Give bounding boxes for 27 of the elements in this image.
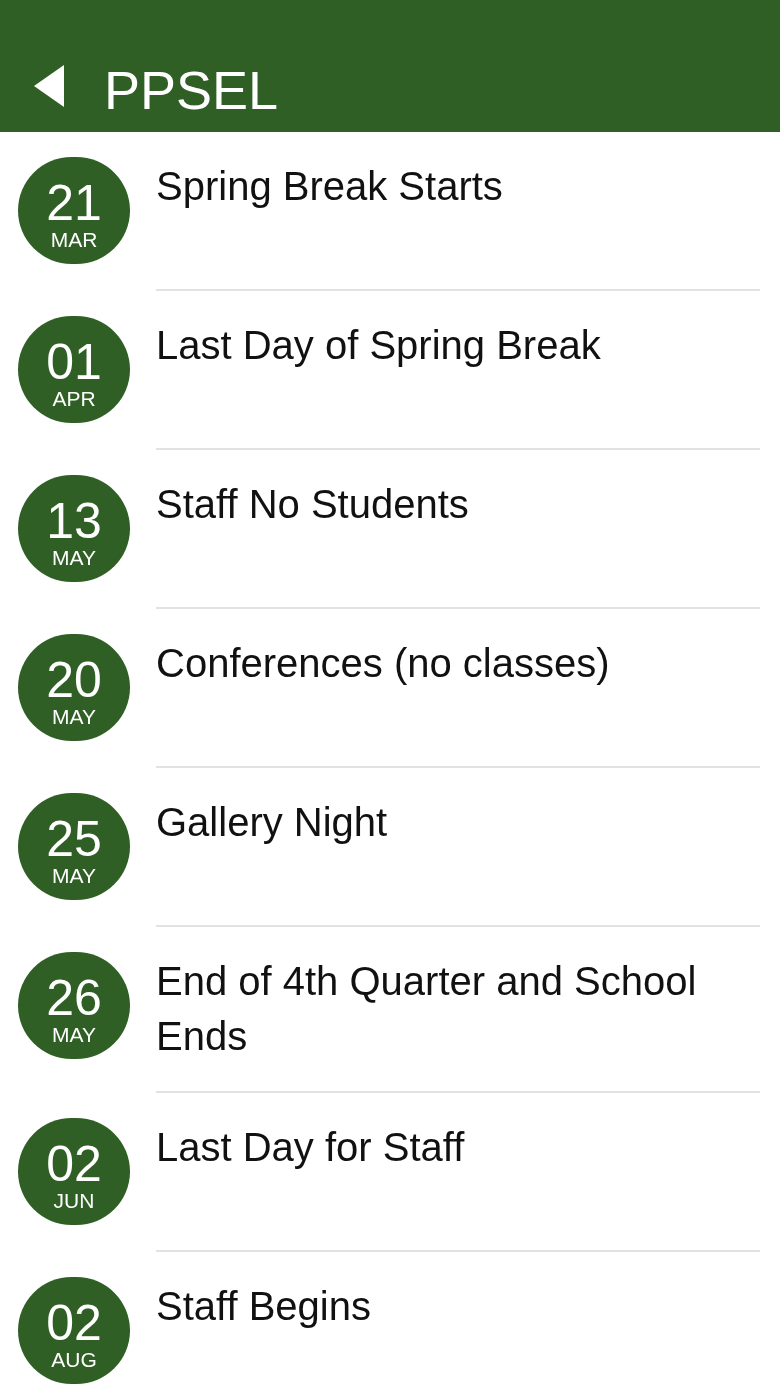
event-day: 02 [46,1297,102,1348]
event-month: MAY [52,545,96,570]
back-button[interactable] [34,64,66,108]
event-day: 01 [46,336,102,387]
event-title[interactable]: Last Day of Spring Break [156,318,760,373]
event-title[interactable]: Last Day for Staff [156,1120,760,1175]
event-month: APR [52,386,96,411]
app-title: PPSEL [104,59,279,122]
event-day: 02 [46,1138,102,1189]
event-day: 21 [46,177,102,228]
event-title[interactable]: Staff Begins [156,1279,760,1334]
event-month: MAR [50,227,98,252]
event-month: MAY [52,863,96,888]
event-month: MAY [52,1022,96,1047]
event-day: 20 [46,654,102,705]
event-day: 25 [46,813,102,864]
back-icon [34,65,64,107]
event-title[interactable]: Spring Break Starts [156,159,760,214]
event-title[interactable]: Conferences (no classes) [156,636,760,691]
event-day: 13 [46,495,102,546]
event-month: AUG [51,1347,97,1372]
event-month: JUN [53,1188,95,1213]
event-day: 26 [46,972,102,1023]
event-title[interactable]: Gallery Night [156,795,760,850]
event-title[interactable]: End of 4th Quarter and School Ends [156,954,760,1064]
event-title[interactable]: Staff No Students [156,477,760,532]
event-month: MAY [52,704,96,729]
